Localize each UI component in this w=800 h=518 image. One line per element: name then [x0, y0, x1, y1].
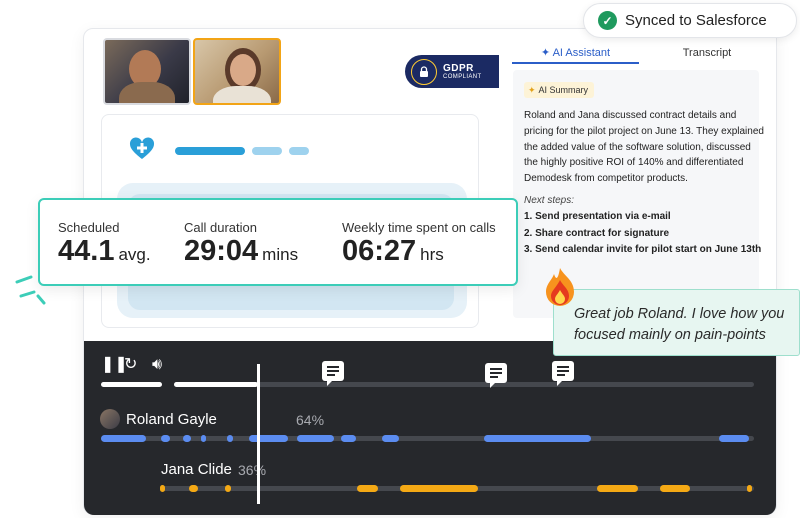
talk-segment[interactable] [297, 435, 334, 442]
playhead[interactable] [257, 364, 260, 504]
salesforce-sync-status: ✓ Synced to Salesforce [583, 3, 797, 38]
talk-segment[interactable] [101, 435, 146, 442]
sparkle-lines-icon [15, 275, 46, 305]
talk-segment[interactable] [189, 485, 198, 492]
participant-face [230, 54, 256, 86]
talk-segment[interactable] [183, 435, 191, 442]
feedback-text: Great job Roland. I love how you focused… [574, 306, 785, 343]
summary-text: Roland and Jana discussed contract detai… [524, 110, 764, 185]
speaker-talk-percent: 36% [238, 462, 267, 478]
volume-icon[interactable]: 🔊︎ [152, 356, 162, 374]
placeholder-bar [252, 147, 282, 155]
participant-video-jana[interactable] [193, 38, 281, 105]
stat-value: 44.1 [58, 235, 115, 267]
playback-progress-track[interactable] [174, 382, 754, 387]
comment-marker-icon[interactable] [485, 363, 507, 388]
tab-transcript[interactable]: Transcript [642, 42, 772, 64]
placeholder-bar [289, 147, 309, 155]
participant-video-roland[interactable] [103, 38, 191, 105]
gdpr-subtitle: COMPLIANT [443, 74, 482, 80]
talk-segment[interactable] [484, 435, 591, 442]
next-step-item: 2. Share contract for signature [524, 228, 670, 239]
gdpr-badge: GDPR COMPLIANT [405, 55, 499, 88]
sparkle-icon: ✦ [540, 47, 551, 59]
talk-segment[interactable] [400, 485, 478, 492]
talk-segment[interactable] [719, 435, 749, 442]
stat-weekly-time: Weekly time spent on calls 06:27 hrs [342, 220, 496, 268]
talk-segment[interactable] [341, 435, 356, 442]
talk-segment[interactable] [227, 435, 233, 442]
placeholder-bar [175, 147, 245, 155]
fire-icon [546, 268, 574, 306]
speaker-name: Roland Gayle [126, 411, 217, 428]
app-canvas: GDPR COMPLIANT ✦ AI Assistant Transcript… [0, 0, 800, 518]
stat-value: 06:27 [342, 235, 417, 267]
talk-segment[interactable] [597, 485, 638, 492]
call-stats-card: Scheduled 44.1 avg. Call duration 29:04 mi… [38, 198, 518, 286]
stat-label: Weekly time spent on calls [342, 220, 496, 235]
participant-shoulders [213, 86, 271, 103]
talk-segment[interactable] [161, 435, 170, 442]
talk-segment[interactable] [160, 485, 165, 492]
stat-label: Call duration [184, 220, 257, 235]
next-step-item: 3. Send calendar invite for pilot start … [524, 244, 762, 255]
lock-icon [411, 58, 437, 85]
stat-scheduled: Scheduled 44.1 avg. [58, 220, 151, 268]
replay-icon[interactable]: ↻ [124, 356, 137, 374]
participant-shoulders [119, 82, 175, 103]
talk-segment[interactable] [201, 435, 206, 442]
talk-segment[interactable] [249, 435, 288, 442]
comment-marker-icon[interactable] [322, 361, 344, 386]
talk-segment[interactable] [660, 485, 690, 492]
stat-unit: mins [262, 245, 299, 264]
talk-segment[interactable] [747, 485, 752, 492]
stat-call-duration: Call duration 29:04 mins [184, 220, 298, 268]
next-steps-label: Next steps: [524, 195, 575, 206]
check-icon: ✓ [598, 11, 617, 30]
ai-summary-label: AI Summary [538, 85, 589, 95]
talk-segment[interactable] [357, 485, 378, 492]
ai-summary-badge: ✦ AI Summary [524, 82, 595, 98]
speaker-track-roland[interactable] [101, 436, 754, 441]
comment-marker-icon[interactable] [552, 361, 574, 386]
sync-label: Synced to Salesforce [625, 12, 767, 29]
talk-segment[interactable] [225, 485, 231, 492]
speaker-talk-percent: 64% [296, 412, 325, 428]
avatar [100, 409, 120, 429]
feedback-comment: Great job Roland. I love how you focused… [553, 289, 800, 356]
speaker-name: Jana Clide [161, 461, 232, 478]
gdpr-title: GDPR [443, 63, 474, 74]
stat-value: 29:04 [184, 235, 259, 267]
tab-label: Transcript [682, 47, 732, 59]
stat-unit: hrs [420, 245, 444, 264]
stat-unit: avg. [118, 245, 151, 264]
heart-plus-icon [129, 137, 155, 159]
volume-slider[interactable] [101, 382, 162, 387]
tab-ai-assistant[interactable]: ✦ AI Assistant [512, 42, 639, 64]
talk-segment[interactable] [382, 435, 399, 442]
stat-label: Scheduled [58, 220, 120, 235]
assistant-tabs: ✦ AI Assistant Transcript [512, 42, 776, 64]
next-step-item: 1. Send presentation via e-mail [524, 211, 671, 222]
playback-progress-fill [174, 382, 258, 387]
sparkle-icon: ✦ [528, 85, 536, 95]
tab-label: AI Assistant [552, 47, 611, 59]
